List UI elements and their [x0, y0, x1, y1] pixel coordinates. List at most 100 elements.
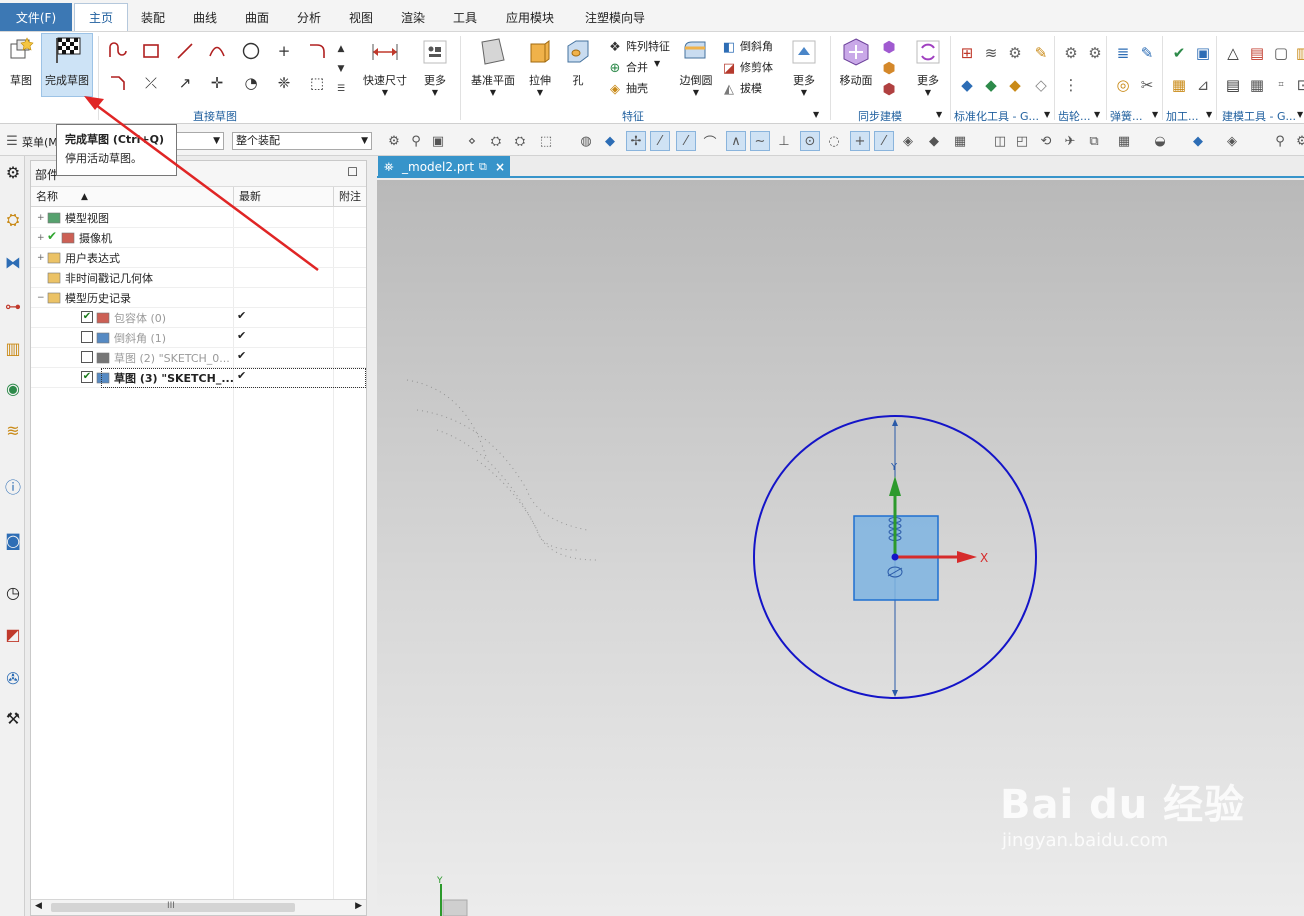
machining-table-icon[interactable]: ▦ [1168, 74, 1190, 96]
maximize-icon[interactable]: ☐ [347, 165, 358, 179]
tab-view[interactable]: 视图 [336, 3, 386, 31]
select-all-icon[interactable]: ◍ [576, 131, 596, 151]
rectangle-select-icon[interactable]: ⬚ [536, 131, 556, 151]
gc-tool-icon[interactable]: ⊞ [956, 42, 978, 64]
constraint-navigator-icon[interactable]: ⧓ [2, 250, 24, 274]
move-face-button[interactable]: 移动面 [836, 36, 876, 88]
compression-spring-icon[interactable]: ≣ [1112, 42, 1134, 64]
checkmark-icon[interactable]: ✔ [47, 229, 57, 243]
tab-mold-wizard[interactable]: 注塑模向导 [570, 3, 660, 31]
machining-check-icon[interactable]: ✔ [1168, 42, 1190, 64]
quick-dimension-button[interactable]: 快速尺寸 ▼ [360, 36, 410, 97]
edge-blend-button[interactable]: 边倒圆 ▼ [676, 36, 716, 97]
chamfer-icon[interactable]: ◧ [718, 36, 740, 58]
unite-dropdown-icon[interactable]: ▼ [654, 59, 660, 68]
process-studio-icon[interactable]: ✇ [2, 666, 24, 690]
scroll-up-icon[interactable]: ▲ [334, 38, 348, 60]
layout-tool-icon[interactable]: ▦ [1246, 74, 1268, 96]
tab-applications[interactable]: 应用模块 [494, 3, 566, 31]
more-feature-button[interactable]: 更多 ▼ [786, 36, 822, 97]
restore-window-icon[interactable]: ⧉ [479, 156, 487, 178]
expand-toggle-icon[interactable]: + [37, 254, 45, 263]
chamfer-button[interactable]: 倒斜角 [740, 38, 773, 54]
snap-surface-icon[interactable]: ◈ [898, 131, 918, 151]
tolerance-tool-icon[interactable]: ⌗ [1270, 74, 1292, 96]
tab-assembly[interactable]: 装配 [128, 3, 178, 31]
std-part-icon[interactable]: ◆ [956, 74, 978, 96]
trim-body-icon[interactable]: ◪ [718, 57, 740, 79]
pan-view-icon[interactable]: ✈ [1060, 131, 1080, 151]
snap-vertex-icon[interactable]: ⊥ [774, 131, 794, 151]
delete-spring-icon[interactable]: ✂ [1136, 74, 1158, 96]
file-menu[interactable]: 文件(F) [0, 3, 72, 31]
select-face-icon[interactable]: ▣ [428, 131, 448, 151]
disc-spring-icon[interactable]: ◎ [1112, 74, 1134, 96]
tab-tools[interactable]: 工具 [440, 3, 490, 31]
part-navigator-icon[interactable]: ⊶ [2, 294, 24, 318]
column-name[interactable]: 名称 ▲ [31, 187, 233, 207]
unite-button[interactable]: 合并 [626, 59, 648, 75]
snap-grid-icon[interactable]: ▦ [950, 131, 970, 151]
snap-on-curve-icon[interactable]: ⁄ [874, 131, 894, 151]
sync-group-dropdown-icon[interactable]: ▼ [936, 110, 942, 119]
gear-table-icon[interactable]: ⋮ [1060, 74, 1082, 96]
sheet-tool-icon[interactable]: ▤ [1246, 42, 1268, 64]
more-sketch-button[interactable]: 更多 ▼ [418, 36, 452, 97]
extension-spring-icon[interactable]: ✎ [1136, 42, 1158, 64]
offset-curve-icon[interactable]: ◔ [240, 72, 262, 94]
tab-analysis[interactable]: 分析 [284, 3, 334, 31]
symbol-tool-icon[interactable]: ⊡ [1292, 74, 1304, 96]
stamp-tool-icon[interactable]: ▥ [1292, 42, 1304, 64]
rendering-style-icon[interactable]: ▦ [1114, 131, 1134, 151]
line-icon[interactable] [174, 40, 196, 62]
expand-toggle-icon[interactable]: + [37, 214, 45, 223]
work-layer-icon[interactable]: ⚲ [1270, 131, 1290, 151]
orient-view-icon[interactable]: ⧉ [1084, 131, 1104, 151]
navigator-row[interactable]: 草图 (2) "SKETCH_0... [31, 348, 366, 368]
rotate-view-icon[interactable]: ⟲ [1036, 131, 1056, 151]
snap-filter-icon[interactable]: ⚙ [384, 131, 404, 151]
snap-center-icon[interactable]: ⊙ [800, 131, 820, 151]
snap-quadrant-icon[interactable]: ◌ [824, 131, 844, 151]
scroll-right-icon[interactable]: ▶ [355, 901, 362, 911]
visibility-checkbox[interactable] [81, 351, 93, 363]
origin-point[interactable] [891, 553, 899, 561]
machining-part-icon[interactable]: ▣ [1192, 42, 1214, 64]
tab-curve[interactable]: 曲线 [180, 3, 230, 31]
pull-face-icon[interactable]: ⬢ [878, 36, 900, 58]
triangle-tool-icon[interactable]: △ [1222, 42, 1244, 64]
assembly-navigator-icon[interactable]: ⛭ [2, 208, 24, 232]
datum-plane-button[interactable]: 基准平面 ▼ [466, 36, 520, 97]
snap-bounded-icon[interactable]: ◆ [924, 131, 944, 151]
scroll-left-icon[interactable]: ◀ [35, 901, 42, 911]
draft-icon[interactable]: ◭ [718, 78, 740, 100]
shell-button[interactable]: 抽壳 [626, 80, 648, 96]
document-tab[interactable]: ⛯ _model2.prt ⧉ × [378, 156, 510, 178]
y-axis-arrow[interactable] [889, 476, 901, 496]
expand-gallery-icon[interactable]: ☰ [334, 78, 348, 100]
gear-dropdown-icon[interactable]: ▼ [1094, 110, 1100, 119]
zoom-icon[interactable]: ◰ [1012, 131, 1032, 151]
std-tools-dropdown-icon[interactable]: ▼ [1044, 110, 1050, 119]
pen-tool-icon[interactable]: ✎ [1030, 42, 1052, 64]
extrude-button[interactable]: 拉伸 ▼ [522, 36, 558, 97]
draft-button[interactable]: 拔模 [740, 80, 762, 96]
machining-cut-icon[interactable]: ⊿ [1192, 74, 1214, 96]
table-tool-icon[interactable]: ▤ [1222, 74, 1244, 96]
navigator-row[interactable]: + 模型视图 [31, 208, 366, 228]
finish-sketch-button[interactable]: 完成草图 [41, 33, 93, 97]
section-view-icon[interactable]: ◈ [1222, 131, 1242, 151]
navigator-row[interactable]: − 模型历史记录 [31, 288, 366, 308]
gear-icon[interactable]: ⚙ [2, 160, 24, 184]
palette-icon[interactable]: ◩ [2, 622, 24, 646]
point-icon[interactable]: + [273, 40, 295, 62]
circle-icon[interactable] [240, 40, 262, 62]
feature-group-dropdown-icon[interactable]: ▼ [813, 110, 819, 119]
tools-icon[interactable]: ⚒ [2, 706, 24, 730]
web-browser-icon[interactable]: ◉ [2, 376, 24, 400]
make-corner-icon[interactable]: ✛ [206, 72, 228, 94]
note-tool-icon[interactable]: ▢ [1270, 42, 1292, 64]
shaded-view-icon[interactable]: ◒ [1150, 131, 1170, 151]
x-axis-arrow[interactable] [957, 551, 977, 563]
info-icon[interactable]: ⓘ [2, 474, 24, 498]
